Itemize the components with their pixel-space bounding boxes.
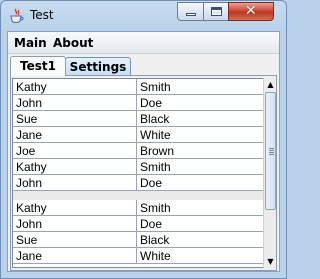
first-name-cell[interactable]: John — [13, 95, 137, 111]
minimize-icon — [186, 13, 196, 16]
last-name-cell[interactable]: White — [137, 248, 263, 264]
last-name-cell[interactable]: Black — [137, 232, 263, 248]
app-window: Test ✕ Main About Test1 Settings Kathy S… — [0, 0, 287, 279]
grip-line — [269, 154, 274, 155]
table-row[interactable]: Kathy Smith — [13, 159, 263, 175]
vertical-scrollbar[interactable]: ▲ ▼ — [263, 78, 276, 268]
first-name-cell[interactable]: Kathy — [13, 159, 137, 175]
first-name-cell[interactable]: Kathy — [13, 200, 137, 216]
java-cup-icon — [10, 8, 24, 23]
first-name-cell[interactable]: Jane — [13, 248, 137, 264]
first-name-cell[interactable]: John — [13, 175, 137, 191]
last-name-cell[interactable]: Smith — [137, 159, 263, 175]
close-button[interactable]: ✕ — [228, 2, 274, 21]
tab-settings[interactable]: Settings — [65, 57, 131, 76]
title-bar[interactable]: Test ✕ — [1, 1, 286, 31]
first-name-cell[interactable]: Joe — [13, 143, 137, 159]
table-row[interactable]: Jane White — [13, 127, 263, 143]
last-name-cell[interactable]: Doe — [137, 95, 263, 111]
minimize-button[interactable] — [177, 2, 204, 21]
table-row[interactable]: Jane White — [13, 248, 263, 264]
scroll-thumb[interactable] — [265, 92, 276, 210]
first-name-cell[interactable]: Kathy — [13, 79, 137, 95]
last-name-cell[interactable]: Brown — [137, 143, 263, 159]
menu-main[interactable]: Main — [14, 36, 47, 50]
group-separator — [13, 191, 263, 200]
last-name-cell[interactable]: Smith — [137, 79, 263, 95]
table-row[interactable]: Kathy Smith — [13, 200, 263, 216]
table-row[interactable]: John Doe — [13, 175, 263, 191]
first-name-cell[interactable]: John — [13, 216, 137, 232]
grip-line — [269, 152, 274, 153]
last-name-cell[interactable]: Black — [137, 111, 263, 127]
menu-about[interactable]: About — [53, 36, 93, 50]
window-content: Main About Test1 Settings Kathy Smith Jo… — [7, 31, 280, 272]
maximize-button[interactable] — [203, 2, 229, 21]
last-name-cell[interactable]: Doe — [137, 175, 263, 191]
table-row[interactable]: Sue Black — [13, 111, 263, 127]
last-name-cell[interactable]: Smith — [137, 200, 263, 216]
names-table[interactable]: Kathy Smith John Doe Sue Black Jane Whit… — [12, 78, 264, 268]
last-name-cell[interactable]: Doe — [137, 216, 263, 232]
scroll-up-arrow-icon[interactable]: ▲ — [264, 78, 277, 91]
grip-line — [269, 150, 274, 151]
first-name-cell[interactable]: Sue — [13, 111, 137, 127]
table-row[interactable]: John Doe — [13, 95, 263, 111]
first-name-cell[interactable]: Sue — [13, 232, 137, 248]
menu-bar: Main About — [8, 32, 279, 54]
scroll-down-arrow-icon[interactable]: ▼ — [264, 255, 277, 268]
tab-panel-test1: Kathy Smith John Doe Sue Black Jane Whit… — [10, 75, 277, 271]
grip-line — [269, 148, 274, 149]
last-name-cell[interactable]: White — [137, 127, 263, 143]
table-row[interactable]: Kathy Smith — [13, 79, 263, 95]
window-title: Test — [30, 8, 54, 22]
tab-test1[interactable]: Test1 — [10, 56, 66, 76]
table-row[interactable]: Joe Brown — [13, 143, 263, 159]
first-name-cell[interactable]: Jane — [13, 127, 137, 143]
table-row[interactable]: John Doe — [13, 216, 263, 232]
close-icon: ✕ — [245, 3, 257, 19]
table-row[interactable]: Sue Black — [13, 232, 263, 248]
maximize-icon — [211, 7, 222, 16]
